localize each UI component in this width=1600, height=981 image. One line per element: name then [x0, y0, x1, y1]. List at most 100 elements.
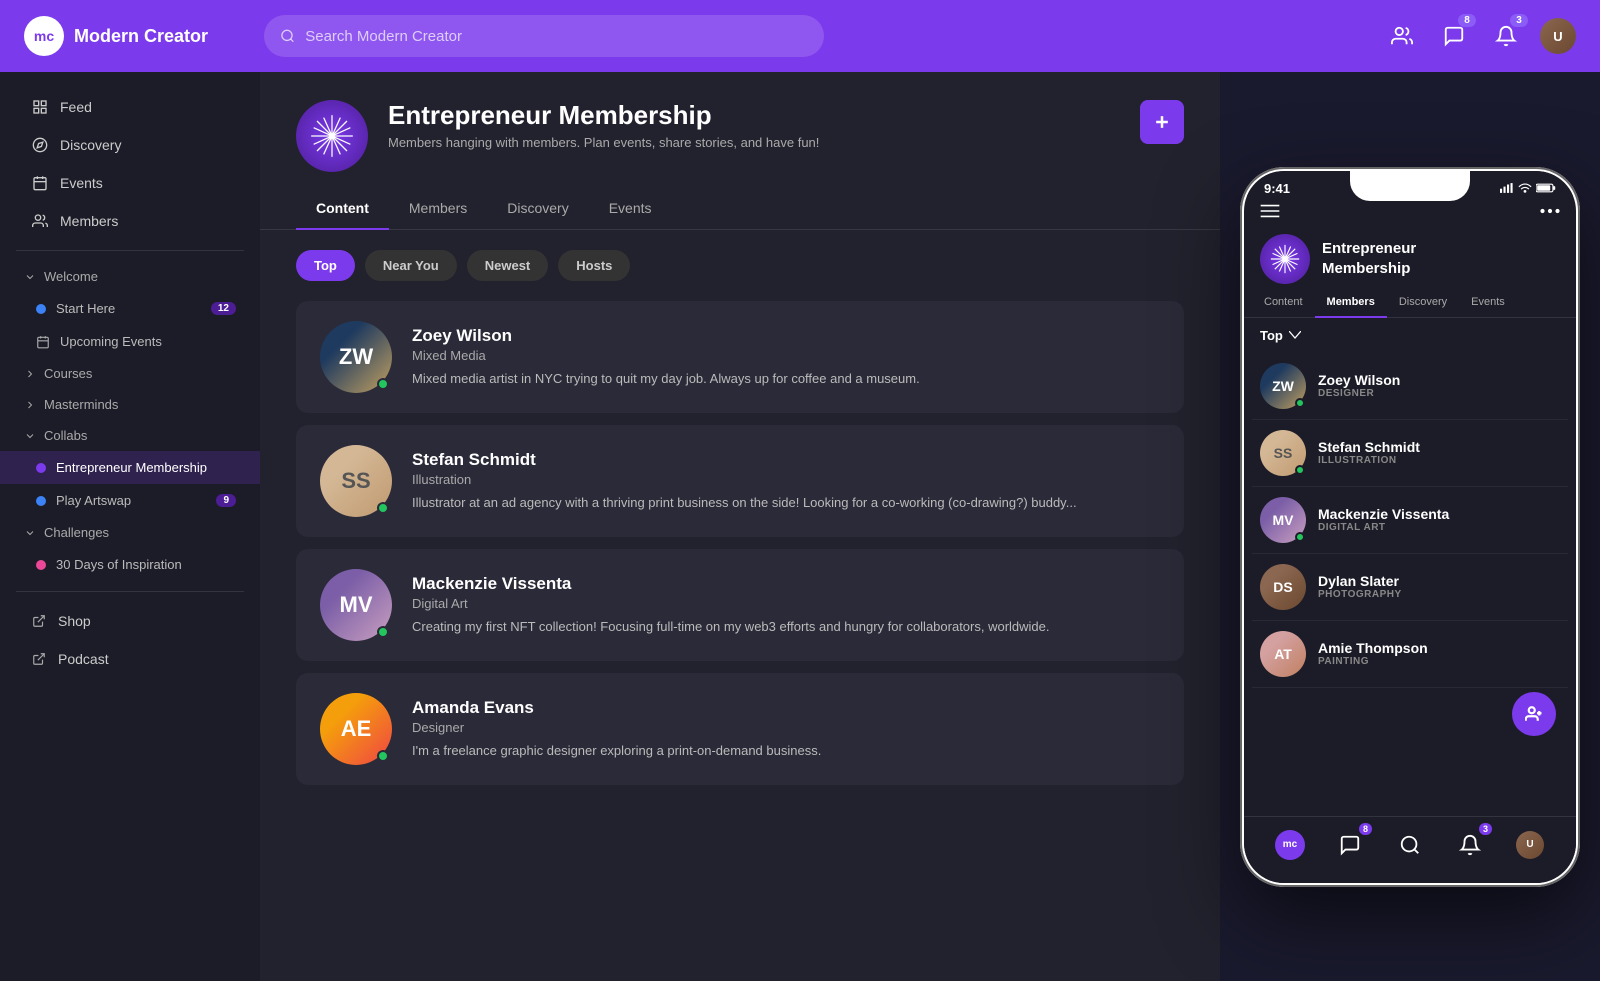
- sidebar-section-collabs[interactable]: Collabs: [0, 420, 260, 451]
- artswap-label: Play Artswap: [56, 493, 131, 508]
- tab-events[interactable]: Events: [589, 188, 672, 230]
- member-card-amanda[interactable]: AE Amanda Evans Designer I'm a freelance…: [296, 673, 1184, 785]
- phone-tab-events[interactable]: Events: [1459, 288, 1517, 318]
- pill-hosts[interactable]: Hosts: [558, 250, 630, 281]
- member-info-zoey: Zoey Wilson Mixed Media Mixed media arti…: [412, 326, 1160, 389]
- phone-user-bottom[interactable]: U: [1512, 827, 1548, 863]
- phone-starburst-icon: [1268, 242, 1302, 276]
- phone-member-amie[interactable]: AT Amie Thompson PAINTING: [1252, 621, 1568, 688]
- add-button[interactable]: [1140, 100, 1184, 144]
- phone-avatar-wrap-amie: AT: [1260, 631, 1306, 677]
- more-icon[interactable]: [1540, 208, 1560, 214]
- sidebar-section-welcome[interactable]: Welcome: [0, 261, 260, 292]
- search-bar[interactable]: [264, 15, 824, 57]
- notifications-icon-wrap[interactable]: 3: [1488, 18, 1524, 54]
- chevron-down-phone-icon: [1289, 331, 1301, 339]
- phone-add-icon: [1525, 705, 1543, 723]
- chevron-down-icon-challenges: [24, 527, 36, 539]
- member-avatar-wrap-stefan: SS: [320, 445, 392, 517]
- phone-notifications-badge: 3: [1479, 823, 1492, 835]
- phone-avatar-amie: AT: [1260, 631, 1306, 677]
- sidebar-section-masterminds[interactable]: Masterminds: [0, 389, 260, 420]
- phone-section: 9:41: [1220, 72, 1600, 981]
- entrepreneur-label: Entrepreneur Membership: [56, 460, 207, 475]
- start-here-badge: 12: [211, 302, 236, 315]
- sidebar-item-discovery[interactable]: Discovery: [8, 127, 252, 163]
- top-nav: mc Modern Creator 8 3 U: [0, 0, 1600, 72]
- dot-entrepreneur: [36, 463, 46, 473]
- phone-tab-content[interactable]: Content: [1252, 288, 1315, 318]
- phone-member-mackenzie[interactable]: MV Mackenzie Vissenta DIGITAL ART: [1252, 487, 1568, 554]
- phone-member-name-dylan: Dylan Slater: [1318, 573, 1402, 589]
- member-name-mackenzie: Mackenzie Vissenta: [412, 574, 1160, 594]
- pill-near-you[interactable]: Near You: [365, 250, 457, 281]
- phone-members-list: ZW Zoey Wilson DESIGNER SS: [1244, 353, 1576, 816]
- external-link-shop-icon: [32, 614, 46, 628]
- app-name: Modern Creator: [74, 26, 208, 47]
- member-name-amanda: Amanda Evans: [412, 698, 1160, 718]
- sidebar-divider-2: [16, 591, 244, 592]
- sidebar-section-challenges[interactable]: Challenges: [0, 517, 260, 548]
- friends-icon: [1391, 25, 1413, 47]
- phone-notifications-bottom[interactable]: 3: [1452, 827, 1488, 863]
- chevron-right-icon-masterminds: [24, 399, 36, 411]
- upcoming-events-label: Upcoming Events: [60, 334, 162, 349]
- phone-member-info-dylan: Dylan Slater PHOTOGRAPHY: [1318, 573, 1402, 600]
- phone-member-zoey[interactable]: ZW Zoey Wilson DESIGNER: [1252, 353, 1568, 420]
- phone-member-dylan[interactable]: DS Dylan Slater PHOTOGRAPHY: [1252, 554, 1568, 621]
- sidebar-item-feed[interactable]: Feed: [8, 89, 252, 125]
- sidebar-item-entrepreneur[interactable]: Entrepreneur Membership: [0, 451, 260, 484]
- battery-icon: [1536, 183, 1556, 193]
- member-bio-stefan: Illustrator at an ad agency with a thriv…: [412, 493, 1160, 513]
- phone-group-title: EntrepreneurMembership: [1322, 239, 1416, 278]
- bell-icon: [1495, 25, 1517, 47]
- phone-avatar-wrap-stefan: SS: [1260, 430, 1306, 476]
- phone-messages-badge: 8: [1359, 823, 1372, 835]
- sidebar-item-shop[interactable]: Shop: [8, 603, 252, 639]
- phone-member-stefan[interactable]: SS Stefan Schmidt ILLUSTRATION: [1252, 420, 1568, 487]
- phone-tab-members[interactable]: Members: [1315, 288, 1387, 318]
- search-input[interactable]: [305, 28, 808, 45]
- pill-top[interactable]: Top: [296, 250, 355, 281]
- member-card-mackenzie[interactable]: MV Mackenzie Vissenta Digital Art Creati…: [296, 549, 1184, 661]
- sidebar-item-artswap[interactable]: Play Artswap 9: [0, 484, 260, 517]
- sidebar-item-upcoming-events[interactable]: Upcoming Events: [0, 325, 260, 358]
- sidebar-label-discovery: Discovery: [60, 137, 121, 153]
- phone-search-icon: [1399, 834, 1421, 856]
- group-tabs: Content Members Discovery Events: [260, 188, 1220, 230]
- phone-avatar-wrap-dylan: DS: [1260, 564, 1306, 610]
- phone-member-role-mackenzie: DIGITAL ART: [1318, 522, 1449, 533]
- phone-member-name-mackenzie: Mackenzie Vissenta: [1318, 506, 1449, 522]
- member-card-stefan[interactable]: SS Stefan Schmidt Illustration Illustrat…: [296, 425, 1184, 537]
- phone-tab-discovery[interactable]: Discovery: [1387, 288, 1459, 318]
- messages-icon-wrap[interactable]: 8: [1436, 18, 1472, 54]
- group-title: Entrepreneur Membership: [388, 100, 1120, 131]
- external-link-podcast-icon: [32, 652, 46, 666]
- phone-bell-icon: [1459, 834, 1481, 856]
- starburst-icon: [307, 111, 357, 161]
- phone-member-name-amie: Amie Thompson: [1318, 640, 1428, 656]
- sidebar-section-courses[interactable]: Courses: [0, 358, 260, 389]
- sidebar-item-start-here[interactable]: Start Here 12: [0, 292, 260, 325]
- users-icon: [32, 213, 48, 229]
- phone-fab-button[interactable]: [1512, 692, 1556, 736]
- sidebar-item-events[interactable]: Events: [8, 165, 252, 201]
- pill-newest[interactable]: Newest: [467, 250, 549, 281]
- tab-content[interactable]: Content: [296, 188, 389, 230]
- sidebar-item-members[interactable]: Members: [8, 203, 252, 239]
- tab-discovery[interactable]: Discovery: [487, 188, 588, 230]
- member-card-zoey[interactable]: ZW Zoey Wilson Mixed Media Mixed media a…: [296, 301, 1184, 413]
- friends-icon-wrap[interactable]: [1384, 18, 1420, 54]
- sidebar-item-30-days[interactable]: 30 Days of Inspiration: [0, 548, 260, 581]
- user-avatar-nav[interactable]: U: [1540, 18, 1576, 54]
- phone-logo-circle: mc: [1275, 830, 1305, 860]
- dot-30-days: [36, 560, 46, 570]
- phone-messages-bottom[interactable]: 8: [1332, 827, 1368, 863]
- dot-artswap: [36, 496, 46, 506]
- sidebar-item-podcast[interactable]: Podcast: [8, 641, 252, 677]
- group-info: Entrepreneur Membership Members hanging …: [388, 100, 1120, 150]
- phone-search-bottom[interactable]: [1392, 827, 1428, 863]
- hamburger-icon[interactable]: [1260, 204, 1280, 218]
- tab-members[interactable]: Members: [389, 188, 487, 230]
- phone-logo-bottom[interactable]: mc: [1272, 827, 1308, 863]
